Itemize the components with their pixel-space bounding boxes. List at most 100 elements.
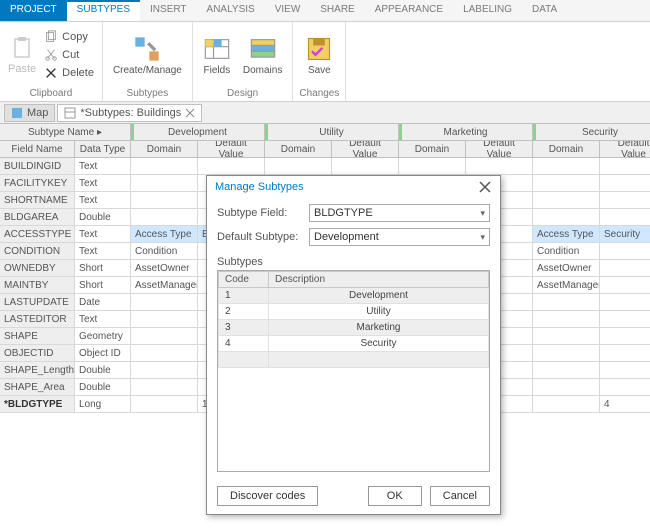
tab-labeling[interactable]: LABELING <box>453 0 522 21</box>
cell[interactable]: BLDGAREA <box>0 209 75 226</box>
fields-button[interactable]: Fields <box>199 33 235 78</box>
cell[interactable] <box>466 158 533 175</box>
cell[interactable] <box>332 158 399 175</box>
cell[interactable]: Double <box>75 209 131 226</box>
cell[interactable]: ACCESSTYPE <box>0 226 75 243</box>
table-row[interactable]: 2Utility <box>219 304 489 320</box>
cell[interactable]: AssetOwner <box>131 260 198 277</box>
cell[interactable] <box>533 396 600 413</box>
tab-insert[interactable]: INSERT <box>140 0 197 21</box>
close-icon[interactable] <box>185 108 195 118</box>
cell[interactable] <box>265 158 332 175</box>
cell[interactable]: LASTEDITOR <box>0 311 75 328</box>
cell[interactable]: Text <box>75 226 131 243</box>
cell[interactable]: 4 <box>600 396 650 413</box>
col-group-subtype-name[interactable]: Subtype Name ▸ <box>0 124 131 141</box>
cell[interactable] <box>533 362 600 379</box>
cell[interactable]: Object ID <box>75 345 131 362</box>
cell[interactable]: Date <box>75 294 131 311</box>
doc-tab-map[interactable]: Map <box>4 104 55 122</box>
cell[interactable] <box>131 175 198 192</box>
cell[interactable] <box>600 311 650 328</box>
cell[interactable]: MAINTBY <box>0 277 75 294</box>
table-row[interactable]: 3Marketing <box>219 320 489 336</box>
cell[interactable] <box>600 294 650 311</box>
cell[interactable] <box>600 175 650 192</box>
col-mkt-domain[interactable]: Domain <box>399 141 466 158</box>
cell[interactable]: *BLDGTYPE <box>0 396 75 413</box>
discover-codes-button[interactable]: Discover codes <box>217 486 318 506</box>
cell[interactable] <box>131 158 198 175</box>
cell[interactable]: Short <box>75 260 131 277</box>
cell[interactable] <box>198 158 265 175</box>
copy-button[interactable]: Copy <box>42 29 96 45</box>
tab-analysis[interactable]: ANALYSIS <box>197 0 265 21</box>
cell[interactable] <box>399 158 466 175</box>
cell[interactable]: AssetOwner <box>533 260 600 277</box>
cell[interactable]: Text <box>75 158 131 175</box>
tab-view[interactable]: VIEW <box>265 0 311 21</box>
cell[interactable]: OWNEDBY <box>0 260 75 277</box>
cell[interactable]: Text <box>75 192 131 209</box>
cell[interactable]: SHAPE_Area <box>0 379 75 396</box>
ok-button[interactable]: OK <box>368 486 422 506</box>
cell[interactable] <box>131 192 198 209</box>
cell[interactable] <box>533 345 600 362</box>
table-row[interactable] <box>219 352 489 368</box>
cell[interactable] <box>131 311 198 328</box>
col-group-development[interactable]: Development <box>131 124 265 141</box>
cell[interactable] <box>600 260 650 277</box>
cell[interactable]: Double <box>75 379 131 396</box>
cell[interactable] <box>131 362 198 379</box>
cell[interactable] <box>600 158 650 175</box>
cell[interactable] <box>600 328 650 345</box>
cell[interactable] <box>533 192 600 209</box>
cell[interactable]: OBJECTID <box>0 345 75 362</box>
col-group-security[interactable]: Security <box>533 124 650 141</box>
cell[interactable] <box>533 311 600 328</box>
cell[interactable] <box>131 294 198 311</box>
cell[interactable]: Double <box>75 362 131 379</box>
cell[interactable] <box>533 294 600 311</box>
cell[interactable]: FACILITYKEY <box>0 175 75 192</box>
cell[interactable]: Text <box>75 311 131 328</box>
cell[interactable]: Access Type <box>533 226 600 243</box>
cell[interactable]: SHAPE <box>0 328 75 345</box>
subtype-field-combo[interactable]: BLDGTYPE <box>309 204 490 222</box>
cell[interactable] <box>600 345 650 362</box>
cell[interactable] <box>533 158 600 175</box>
cell[interactable]: Geometry <box>75 328 131 345</box>
col-description[interactable]: Description <box>269 272 489 288</box>
cell[interactable] <box>131 209 198 226</box>
col-sec-default[interactable]: Default Value <box>600 141 650 158</box>
col-dev-default[interactable]: Default Value <box>198 141 265 158</box>
col-dev-domain[interactable]: Domain <box>131 141 198 158</box>
cell[interactable]: BUILDINGID <box>0 158 75 175</box>
tab-project[interactable]: PROJECT <box>0 0 67 21</box>
cell[interactable]: SHORTNAME <box>0 192 75 209</box>
cell[interactable] <box>131 379 198 396</box>
subtypes-table[interactable]: CodeDescription 1Development 2Utility 3M… <box>217 270 490 472</box>
col-util-domain[interactable]: Domain <box>265 141 332 158</box>
tab-share[interactable]: SHARE <box>310 0 364 21</box>
paste-button[interactable]: Paste <box>6 33 38 77</box>
cell[interactable]: Condition <box>533 243 600 260</box>
cell[interactable] <box>600 379 650 396</box>
cell[interactable]: Access Type <box>131 226 198 243</box>
save-button[interactable]: Save <box>301 33 337 78</box>
cell[interactable]: AssetManager <box>131 277 198 294</box>
col-sec-domain[interactable]: Domain <box>533 141 600 158</box>
table-row[interactable]: 1Development <box>219 288 489 304</box>
cancel-button[interactable]: Cancel <box>430 486 490 506</box>
cell[interactable] <box>131 328 198 345</box>
doc-tab-subtypes[interactable]: *Subtypes: Buildings <box>57 104 202 122</box>
cell[interactable]: Short <box>75 277 131 294</box>
cell[interactable]: Text <box>75 243 131 260</box>
cell[interactable] <box>600 192 650 209</box>
cell[interactable] <box>533 328 600 345</box>
delete-button[interactable]: Delete <box>42 65 96 81</box>
cell[interactable]: SHAPE_Length <box>0 362 75 379</box>
cell[interactable] <box>600 243 650 260</box>
col-util-default[interactable]: Default Value <box>332 141 399 158</box>
cell[interactable]: LASTUPDATE <box>0 294 75 311</box>
